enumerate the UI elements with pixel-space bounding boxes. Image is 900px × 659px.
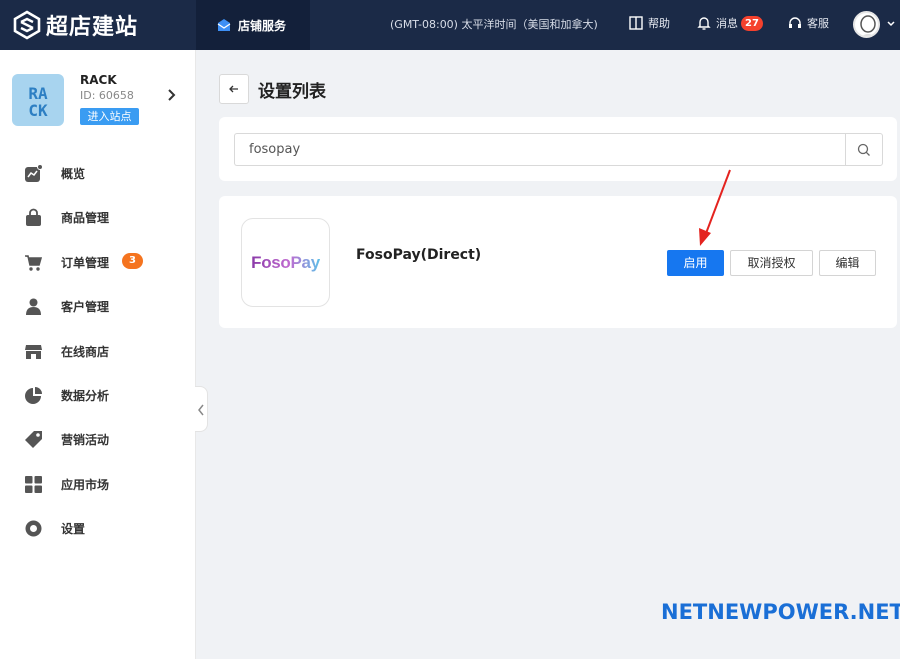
sidebar-item-analytics[interactable]: 数据分析	[0, 380, 196, 410]
messages-link[interactable]: 消息 27	[696, 15, 763, 31]
page-title: 设置列表	[258, 82, 326, 102]
app-logo[interactable]: 超店建站	[12, 9, 138, 41]
settings-icon	[25, 520, 42, 537]
search-icon	[857, 143, 870, 156]
sidebar-item-label: 应用市场	[61, 478, 110, 492]
support-link[interactable]: 客服	[787, 15, 829, 31]
fosopay-logo: FosoPay	[241, 218, 330, 307]
help-link[interactable]: 帮助	[628, 15, 670, 31]
back-button[interactable]	[219, 74, 249, 104]
fosopay-logo-text: FosoPay	[251, 252, 320, 272]
search-card	[219, 117, 897, 181]
user-icon	[26, 298, 41, 315]
app-name: 超店建站	[46, 15, 139, 40]
bell-icon	[697, 17, 711, 30]
store-logo-image: RA CK	[28, 84, 48, 120]
store-name: RACK	[80, 73, 117, 87]
orders-badge: 3	[122, 253, 143, 269]
pie-icon	[25, 387, 42, 404]
store-icon	[25, 345, 42, 359]
messages-badge: 27	[741, 15, 763, 31]
sidebar-item-label: 营销活动	[61, 433, 110, 447]
envelope-icon	[217, 19, 231, 31]
sidebar-item-settings[interactable]: 设置	[0, 513, 196, 543]
sidebar-item-orders[interactable]: 订单管理 3	[0, 247, 196, 277]
sidebar-item-label: 设置	[61, 522, 86, 536]
enable-button[interactable]: 启用	[667, 250, 724, 276]
tag-icon	[25, 431, 42, 448]
sidebar-collapse-handle[interactable]	[195, 386, 208, 432]
payment-method-card: FosoPay FosoPay(Direct) 启用 取消授权 编辑	[219, 196, 897, 328]
payment-method-name: FosoPay(Direct)	[356, 247, 482, 263]
svg-text:CK: CK	[28, 101, 48, 120]
avatar-image	[860, 15, 876, 36]
headset-icon	[789, 17, 801, 28]
chevron-down-icon[interactable]	[887, 20, 895, 28]
sidebar-item-marketing[interactable]: 营销活动	[0, 424, 196, 454]
search-input[interactable]	[234, 133, 846, 166]
revoke-authorization-button[interactable]: 取消授权	[730, 250, 813, 276]
grid-icon	[25, 476, 42, 493]
book-icon	[629, 16, 643, 30]
sidebar-item-products[interactable]: 商品管理	[0, 202, 196, 232]
sidebar-item-label: 商品管理	[61, 211, 110, 225]
sidebar-item-overview[interactable]: 概览	[0, 158, 196, 188]
enter-site-button[interactable]: 进入站点	[80, 108, 139, 125]
sidebar-item-label: 在线商店	[61, 345, 110, 359]
sidebar: RA CK RACK ID: 60658 进入站点 概览 商品管理 订单管理 3	[0, 50, 196, 659]
messages-label: 消息	[716, 17, 738, 30]
search-button[interactable]	[845, 133, 883, 166]
edit-button[interactable]: 编辑	[819, 250, 876, 276]
chart-icon	[25, 164, 43, 182]
store-logo[interactable]: RA CK	[12, 74, 64, 126]
annotation-arrow-icon	[699, 169, 731, 246]
tab-store-services[interactable]: 店铺服务	[196, 0, 310, 50]
chevron-left-icon	[198, 404, 204, 416]
watermark: NETNEWPOWER.NET	[661, 600, 900, 624]
tab-label: 店铺服务	[238, 18, 287, 33]
sidebar-item-label: 数据分析	[61, 389, 110, 403]
chevron-right-icon[interactable]	[166, 89, 176, 101]
arrow-left-icon	[229, 85, 238, 93]
sidebar-item-online-store[interactable]: 在线商店	[0, 336, 196, 366]
sidebar-item-label: 概览	[61, 167, 86, 181]
sidebar-item-label: 订单管理	[61, 256, 110, 270]
sidebar-item-customers[interactable]: 客户管理	[0, 291, 196, 321]
cart-icon	[25, 255, 43, 271]
sidebar-item-label: 客户管理	[61, 300, 110, 314]
user-avatar[interactable]	[853, 11, 880, 38]
bag-icon	[26, 208, 41, 226]
top-bar: 超店建站 店铺服务 (GMT-08:00) 太平洋时间（美国和加拿大) 帮助 消…	[0, 0, 900, 50]
support-label: 客服	[807, 17, 829, 30]
store-id: ID: 60658	[80, 89, 134, 102]
logo-mark-icon	[13, 10, 41, 40]
help-label: 帮助	[648, 17, 670, 30]
timezone-selector[interactable]: (GMT-08:00) 太平洋时间（美国和加拿大)	[390, 16, 598, 32]
sidebar-item-app-market[interactable]: 应用市场	[0, 469, 196, 499]
